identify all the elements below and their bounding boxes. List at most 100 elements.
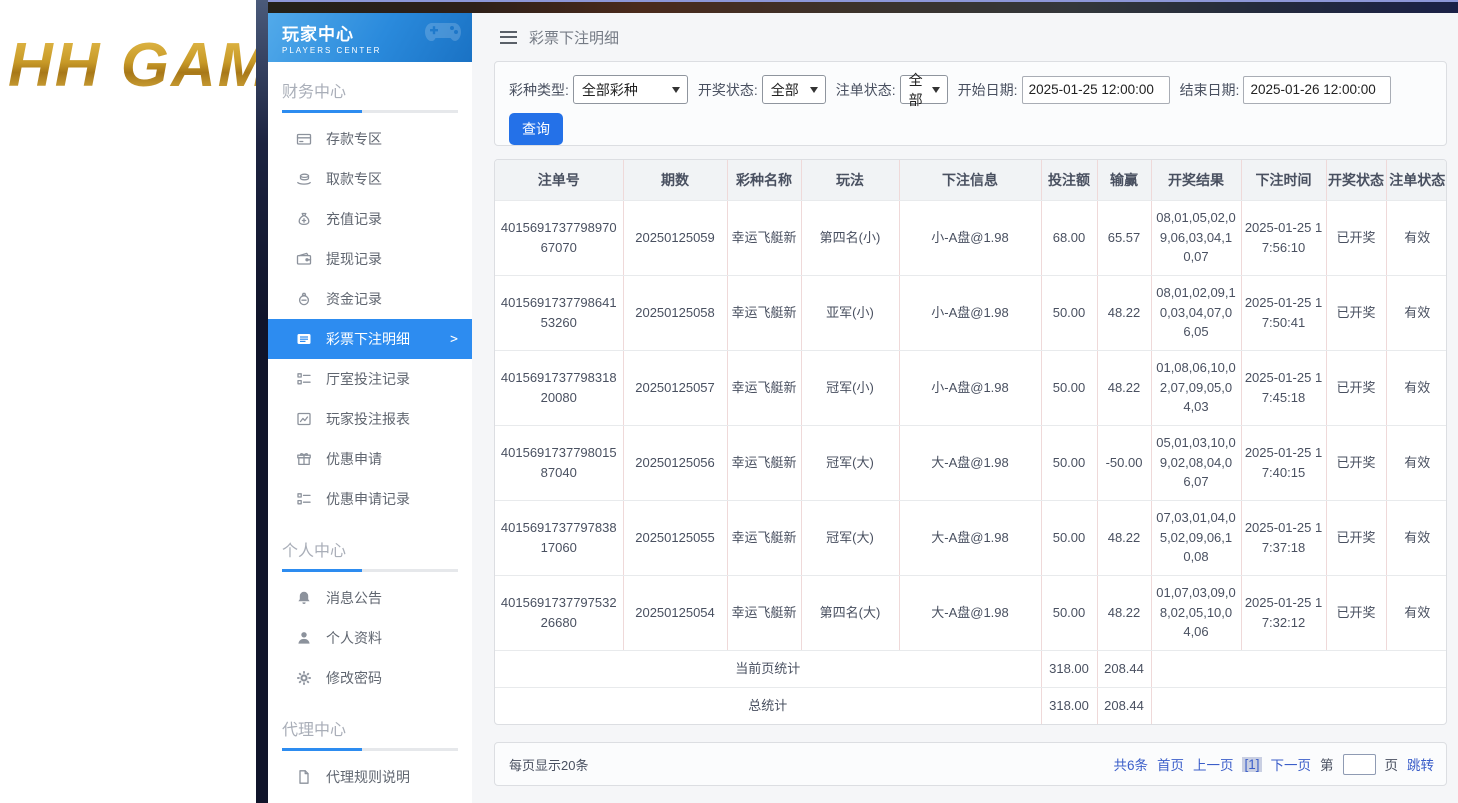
deposit-card-icon xyxy=(296,131,312,147)
logo-area: HH GAME xyxy=(0,0,256,803)
wallet-icon xyxy=(296,251,312,267)
lottery-type-label: 彩种类型: xyxy=(509,80,569,100)
table-cell: 已开奖 xyxy=(1326,500,1386,575)
next-page-link[interactable]: 下一页 xyxy=(1271,754,1312,774)
table-cell: 401569173779783817060 xyxy=(495,500,623,575)
table-cell: 大-A盘@1.98 xyxy=(899,425,1041,500)
sidebar-item-label: 个人资料 xyxy=(326,628,382,648)
table-cell: 68.00 xyxy=(1041,200,1097,275)
lottery-type-select[interactable]: 全部彩种 xyxy=(573,75,688,104)
table-cell: 已开奖 xyxy=(1326,200,1386,275)
table-cell: 50.00 xyxy=(1041,500,1097,575)
sidebar-item-label: 厅室投注记录 xyxy=(326,369,410,389)
column-header: 下注时间 xyxy=(1241,160,1326,200)
pagination: 共6条 首页 上一页 [1] 下一页 第 页 跳转 xyxy=(1113,754,1434,775)
sidebar-item[interactable]: 代理规则说明 xyxy=(268,757,472,797)
hamburger-menu-icon[interactable] xyxy=(500,31,517,44)
section-underline xyxy=(282,110,458,113)
table-row: 40156917377983182008020250125057幸运飞艇新冠军(… xyxy=(495,350,1447,425)
sidebar-item[interactable]: 提现记录 xyxy=(268,239,472,279)
table-cell: 2025-01-25 17:40:15 xyxy=(1241,425,1326,500)
column-header: 期数 xyxy=(623,160,727,200)
sidebar-item[interactable]: 充值记录 xyxy=(268,199,472,239)
table-cell: 小-A盘@1.98 xyxy=(899,350,1041,425)
table-cell: 05,01,03,10,09,02,08,04,06,07 xyxy=(1151,425,1241,500)
sidebar-item[interactable]: 优惠申请 xyxy=(268,439,472,479)
table-cell: 65.57 xyxy=(1097,200,1151,275)
table-cell: 已开奖 xyxy=(1326,575,1386,650)
table-cell: 有效 xyxy=(1386,500,1447,575)
prev-page-link[interactable]: 上一页 xyxy=(1193,754,1234,774)
table-cell: 2025-01-25 17:37:18 xyxy=(1241,500,1326,575)
checklist-icon xyxy=(296,491,312,507)
table-row: 40156917377975322668020250125054幸运飞艇新第四名… xyxy=(495,575,1447,650)
sidebar-item-label: 资金记录 xyxy=(326,289,382,309)
column-header: 注单号 xyxy=(495,160,623,200)
column-header: 玩法 xyxy=(801,160,899,200)
sidebar-item[interactable]: 取款专区 xyxy=(268,159,472,199)
section-underline xyxy=(282,569,458,572)
sidebar-item-label: 优惠申请 xyxy=(326,449,382,469)
sidebar-item-label: 充值记录 xyxy=(326,209,382,229)
sidebar-item-label: 优惠申请记录 xyxy=(326,489,410,509)
sidebar-item[interactable]: 消息公告 xyxy=(268,578,472,618)
person-icon xyxy=(296,630,312,646)
sidebar-item[interactable]: 个人资料 xyxy=(268,618,472,658)
draw-status-select[interactable]: 全部 xyxy=(762,75,826,104)
table-cell: 401569173779753226680 xyxy=(495,575,623,650)
start-date-input[interactable] xyxy=(1022,76,1170,104)
players-center-banner: 玩家中心 PLAYERS CENTER xyxy=(268,13,472,62)
table-cell: 2025-01-25 17:45:18 xyxy=(1241,350,1326,425)
sidebar-section-header: 代理中心 xyxy=(268,700,472,751)
summary-winloss-total: 208.44 xyxy=(1097,687,1151,724)
table-cell: 48.22 xyxy=(1097,350,1151,425)
column-header: 输赢 xyxy=(1097,160,1151,200)
current-page-indicator: [1] xyxy=(1242,757,1261,772)
table-cell: 401569173779897067070 xyxy=(495,200,623,275)
search-button[interactable]: 查询 xyxy=(509,113,563,145)
table-cell: 有效 xyxy=(1386,350,1447,425)
first-page-link[interactable]: 首页 xyxy=(1157,754,1184,774)
table-cell: 幸运飞艇新 xyxy=(727,275,801,350)
table-cell: 已开奖 xyxy=(1326,425,1386,500)
sidebar-item-label: 取款专区 xyxy=(326,169,382,189)
summary-row: 当前页统计318.00208.44 xyxy=(495,650,1447,687)
jump-suffix-text: 页 xyxy=(1385,754,1399,774)
table-cell: 2025-01-25 17:56:10 xyxy=(1241,200,1326,275)
bet-detail-table-panel: 注单号期数彩种名称玩法下注信息投注额输赢开奖结果下注时间开奖状态注单状态 401… xyxy=(494,159,1447,725)
moneybag-icon xyxy=(296,211,312,227)
table-row: 40156917377980158704020250125056幸运飞艇新冠军(… xyxy=(495,425,1447,500)
sidebar-section-title: 代理中心 xyxy=(282,716,458,740)
end-date-input[interactable] xyxy=(1243,76,1391,104)
gear-icon xyxy=(296,670,312,686)
page-jump-input[interactable] xyxy=(1343,754,1376,775)
report-chart-icon xyxy=(296,411,312,427)
start-date-label: 开始日期: xyxy=(958,80,1018,100)
table-cell: 亚军(小) xyxy=(801,275,899,350)
column-header: 下注信息 xyxy=(899,160,1041,200)
withdraw-hand-icon xyxy=(296,171,312,187)
sidebar-item[interactable]: 修改密码 xyxy=(268,658,472,698)
table-cell: 冠军(大) xyxy=(801,500,899,575)
jump-prefix-text: 第 xyxy=(1320,754,1334,774)
total-count-text: 共6条 xyxy=(1113,754,1148,774)
sidebar-item-label: 玩家投注报表 xyxy=(326,409,410,429)
table-cell: 48.22 xyxy=(1097,500,1151,575)
sidebar-item[interactable]: 优惠申请记录 xyxy=(268,479,472,519)
summary-empty-cell xyxy=(1151,687,1447,724)
page-header: 彩票下注明细 xyxy=(472,13,1458,61)
sidebar-item[interactable]: 厅室投注记录 xyxy=(268,359,472,399)
gift-icon xyxy=(296,451,312,467)
sidebar-item[interactable]: 玩家投注报表 xyxy=(268,399,472,439)
order-status-select[interactable]: 全部 xyxy=(900,75,948,104)
column-header: 开奖结果 xyxy=(1151,160,1241,200)
summary-row: 总统计318.00208.44 xyxy=(495,687,1447,724)
table-cell: 20250125059 xyxy=(623,200,727,275)
sidebar-item[interactable]: 资金记录 xyxy=(268,279,472,319)
sidebar-item[interactable]: 存款专区 xyxy=(268,119,472,159)
jump-link[interactable]: 跳转 xyxy=(1407,754,1434,774)
sidebar-item[interactable]: 代理团队统计 xyxy=(268,797,472,803)
sidebar-item[interactable]: 彩票下注明细> xyxy=(268,319,472,359)
checklist-icon xyxy=(296,371,312,387)
table-cell: 幸运飞艇新 xyxy=(727,200,801,275)
